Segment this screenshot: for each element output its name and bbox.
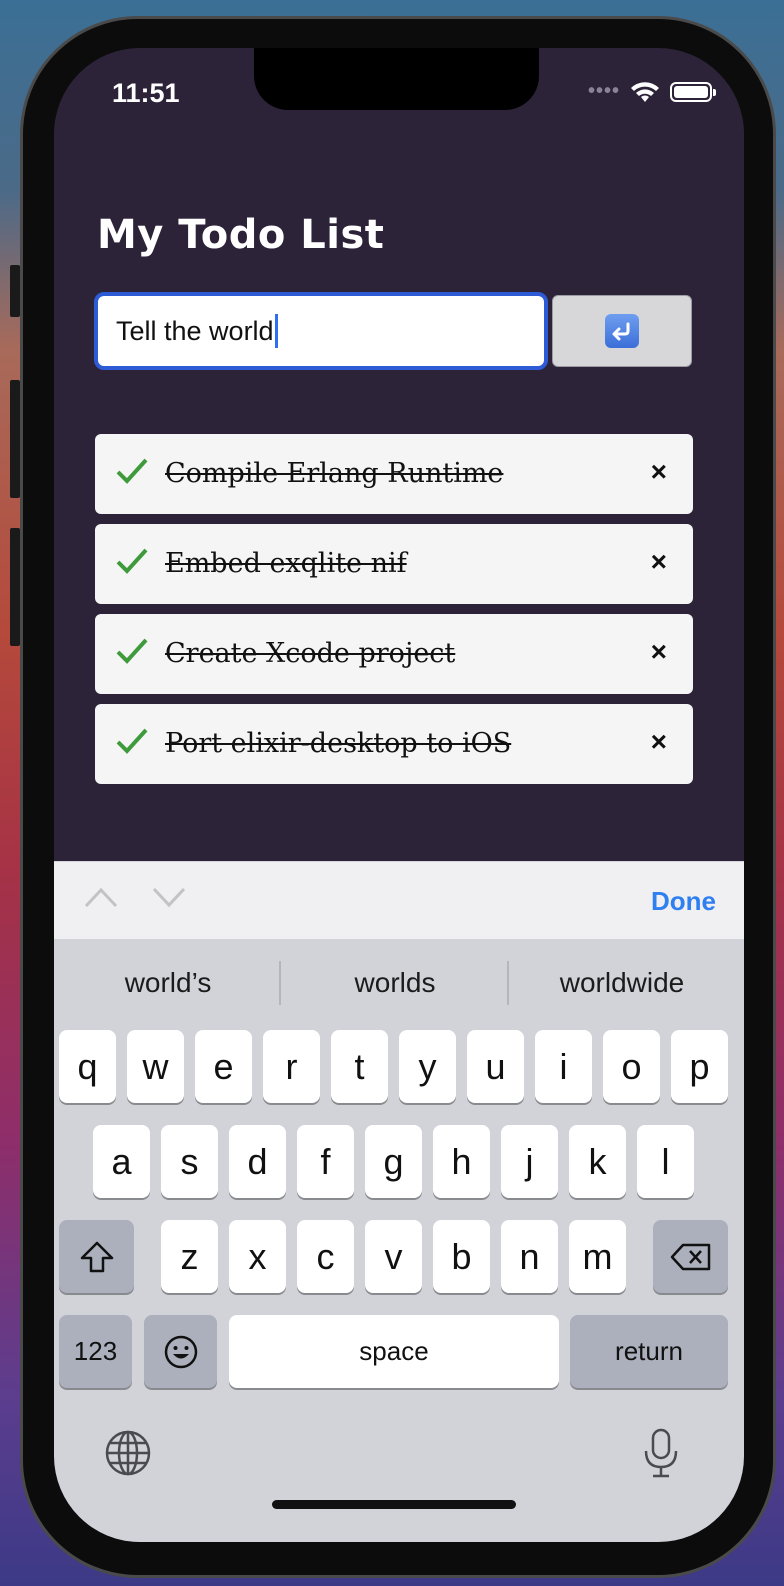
return-key[interactable]: return (570, 1315, 728, 1388)
wifi-icon (631, 81, 659, 102)
signal-icon: •••• (587, 80, 620, 102)
key-e[interactable]: e (195, 1030, 252, 1103)
shift-key[interactable] (59, 1220, 134, 1293)
close-icon[interactable]: × (651, 546, 667, 578)
todo-input-value: Tell the world (116, 315, 274, 346)
suggestion-item[interactable]: worldwide (510, 967, 734, 999)
todo-list: Compile Erlang Runtime × Embed exqlite n… (95, 434, 693, 794)
add-todo-button[interactable] (552, 295, 692, 367)
shift-icon (80, 1241, 113, 1272)
key-z[interactable]: z (161, 1220, 218, 1293)
text-caret (274, 314, 278, 348)
check-icon[interactable] (115, 636, 149, 666)
emoji-icon (164, 1335, 197, 1368)
todo-text: Create Xcode project (165, 638, 456, 669)
globe-icon[interactable] (104, 1429, 152, 1477)
done-button[interactable]: Done (651, 886, 716, 917)
phone-screen: 11:51 •••• My Todo List Tell the world C… (54, 48, 744, 1542)
key-w[interactable]: w (127, 1030, 184, 1103)
key-b[interactable]: b (433, 1220, 490, 1293)
key-s[interactable]: s (161, 1125, 218, 1198)
key-l[interactable]: l (637, 1125, 694, 1198)
divider (507, 961, 509, 1005)
key-i[interactable]: i (535, 1030, 592, 1103)
chevron-down-icon[interactable] (152, 886, 186, 908)
backspace-key[interactable] (653, 1220, 728, 1293)
status-time: 11:51 (112, 78, 180, 108)
close-icon[interactable]: × (651, 636, 667, 668)
close-icon[interactable]: × (651, 726, 667, 758)
todo-text: Embed exqlite nif (165, 548, 407, 579)
key-k[interactable]: k (569, 1125, 626, 1198)
check-icon[interactable] (115, 726, 149, 756)
todo-item[interactable]: Embed exqlite nif × (95, 524, 693, 604)
todo-item[interactable]: Compile Erlang Runtime × (95, 434, 693, 514)
key-y[interactable]: y (399, 1030, 456, 1103)
close-icon[interactable]: × (651, 456, 667, 488)
key-d[interactable]: d (229, 1125, 286, 1198)
battery-icon (670, 81, 716, 102)
key-v[interactable]: v (365, 1220, 422, 1293)
key-c[interactable]: c (297, 1220, 354, 1293)
backspace-icon (670, 1243, 710, 1270)
check-icon[interactable] (115, 456, 149, 486)
key-t[interactable]: t (331, 1030, 388, 1103)
key-o[interactable]: o (603, 1030, 660, 1103)
key-f[interactable]: f (297, 1125, 354, 1198)
chevron-up-icon[interactable] (84, 886, 118, 908)
keyboard: world’s worlds worldwide q w e r t y u i… (54, 939, 744, 1542)
suggestion-item[interactable]: worlds (283, 967, 507, 999)
key-u[interactable]: u (467, 1030, 524, 1103)
todo-text: Compile Erlang Runtime (165, 458, 504, 489)
key-g[interactable]: g (365, 1125, 422, 1198)
suggestion-item[interactable]: world’s (56, 967, 280, 999)
suggestion-bar: world’s worlds worldwide (54, 939, 744, 1027)
keyboard-toolbar: Done (54, 861, 744, 939)
microphone-icon[interactable] (642, 1427, 680, 1479)
key-m[interactable]: m (569, 1220, 626, 1293)
todo-input[interactable]: Tell the world (94, 292, 548, 370)
page-title: My Todo List (97, 212, 385, 258)
key-h[interactable]: h (433, 1125, 490, 1198)
check-icon[interactable] (115, 546, 149, 576)
key-x[interactable]: x (229, 1220, 286, 1293)
key-p[interactable]: p (671, 1030, 728, 1103)
divider (279, 961, 281, 1005)
volume-down-button (10, 528, 20, 646)
todo-item[interactable]: Create Xcode project × (95, 614, 693, 694)
volume-up-button (10, 380, 20, 498)
key-q[interactable]: q (59, 1030, 116, 1103)
status-icons: •••• (587, 80, 716, 103)
todo-item[interactable]: Port elixir-desktop to iOS × (95, 704, 693, 784)
return-icon (605, 314, 639, 348)
key-j[interactable]: j (501, 1125, 558, 1198)
home-indicator[interactable] (272, 1500, 516, 1509)
key-a[interactable]: a (93, 1125, 150, 1198)
space-key[interactable]: space (229, 1315, 559, 1388)
notch (254, 48, 539, 110)
emoji-key[interactable] (144, 1315, 217, 1388)
todo-text: Port elixir-desktop to iOS (165, 728, 512, 759)
key-n[interactable]: n (501, 1220, 558, 1293)
key-r[interactable]: r (263, 1030, 320, 1103)
numbers-key[interactable]: 123 (59, 1315, 132, 1388)
mute-switch (10, 265, 20, 317)
